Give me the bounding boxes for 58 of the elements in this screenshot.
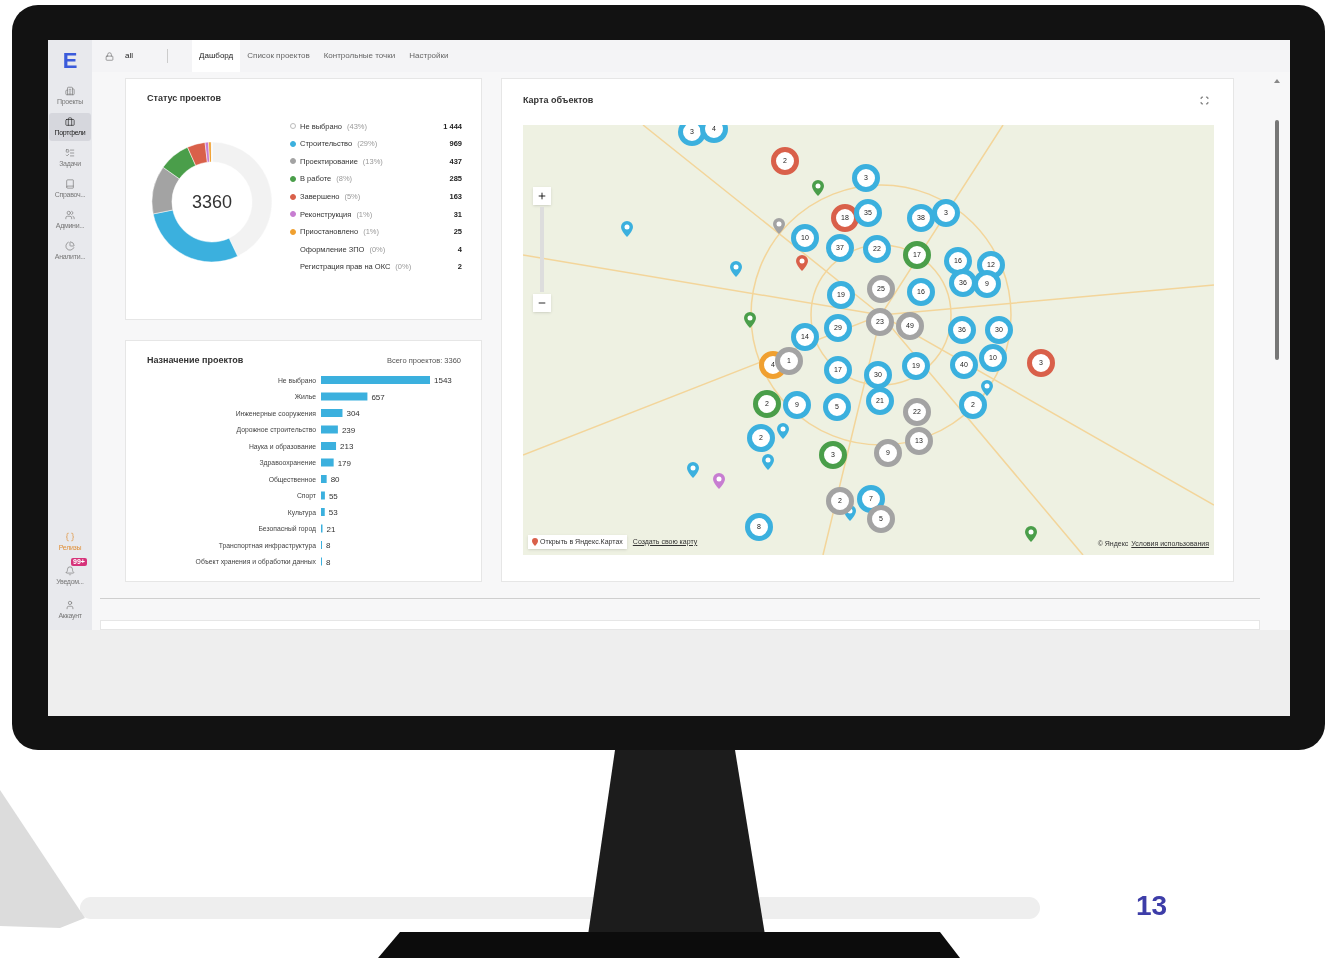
- fullscreen-icon[interactable]: [1200, 96, 1209, 105]
- bar: [321, 507, 325, 516]
- sidebar-icon: [65, 241, 75, 251]
- page-number: 13: [1136, 892, 1168, 920]
- bar: [321, 441, 337, 450]
- bar-value: 53: [328, 507, 338, 517]
- sidebar-icon: [65, 210, 75, 220]
- sidebar-icon: [65, 117, 75, 127]
- map-pin-icon[interactable]: [687, 462, 699, 478]
- map-pin-icon[interactable]: [762, 454, 774, 470]
- bar-value: 1543: [434, 375, 452, 385]
- map-pin-icon[interactable]: [773, 218, 785, 234]
- plus-icon: [537, 191, 547, 201]
- zoom-in-button[interactable]: [533, 187, 551, 205]
- map-pin-icon[interactable]: [777, 423, 789, 439]
- bar-value: 657: [371, 392, 385, 401]
- bar-value: 21: [326, 524, 336, 533]
- bar: [321, 392, 368, 400]
- bar: [321, 408, 343, 417]
- sidebar-icon: [65, 86, 75, 96]
- nav-tab[interactable]: Контрольные точки: [316, 40, 403, 72]
- bar-value: 179: [337, 458, 351, 467]
- map-pin-icon[interactable]: [713, 473, 725, 489]
- card-title: Назначение проектов: [147, 354, 244, 367]
- map-pin-icon[interactable]: [812, 180, 824, 196]
- sidebar-icon: [65, 532, 75, 542]
- app-logo[interactable]: E: [62, 50, 78, 72]
- bar-value: 8: [326, 557, 331, 566]
- sidebar-icon: [65, 600, 75, 610]
- bar-value: 239: [341, 425, 356, 434]
- map-pin-icon[interactable]: [744, 312, 756, 328]
- bar: [321, 474, 327, 483]
- bar: [321, 425, 338, 433]
- scope-label[interactable]: all: [125, 50, 133, 62]
- nav-tab[interactable]: Дашборд: [192, 40, 241, 72]
- bar-value: 8: [326, 540, 331, 550]
- sidebar-icon: [65, 566, 75, 576]
- nav-tab[interactable]: Настройки: [402, 40, 456, 72]
- card-title: Карта объектов: [523, 94, 594, 107]
- sidebar-icon: [65, 179, 75, 189]
- bar-value: 304: [346, 408, 360, 418]
- bar-value: 213: [340, 441, 354, 451]
- map-pin-icon: [532, 537, 538, 546]
- sidebar-icon: [65, 148, 75, 158]
- bar-value: 55: [328, 491, 338, 500]
- map-pin-icon[interactable]: [730, 261, 742, 277]
- lock-icon: [105, 51, 114, 61]
- map-pin-icon[interactable]: [621, 221, 633, 237]
- zoom-out-button[interactable]: [533, 294, 551, 312]
- map-pin-icon[interactable]: [981, 380, 993, 396]
- donut-total: 3360: [191, 192, 232, 211]
- map-pin-icon[interactable]: [796, 255, 808, 271]
- bar: [321, 458, 334, 466]
- card-title: Статус проектов: [147, 92, 223, 105]
- bar: [321, 491, 325, 499]
- map-pin-icon[interactable]: [1025, 526, 1037, 542]
- nav-tab[interactable]: Список проектов: [240, 40, 317, 72]
- bar-value: 80: [330, 474, 340, 484]
